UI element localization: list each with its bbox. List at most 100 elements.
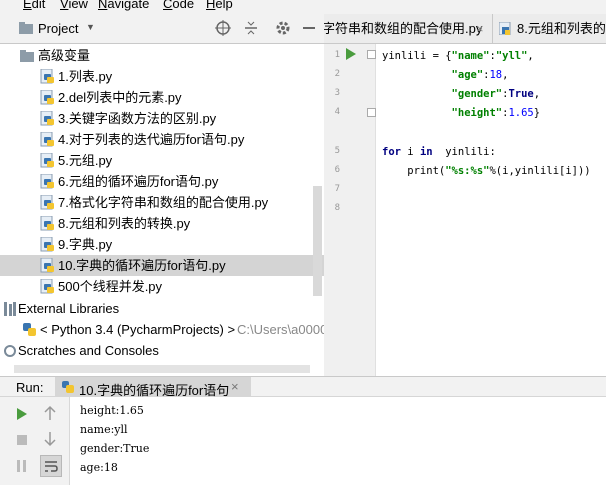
python-icon xyxy=(23,323,36,336)
tree-folder[interactable]: 高级变量 xyxy=(0,45,324,66)
locate-icon[interactable] xyxy=(214,19,232,37)
tree-file-item[interactable]: 10.字典的循环遍历for语句.py xyxy=(0,255,324,276)
python-file-icon xyxy=(40,153,54,168)
console-line: name:yll xyxy=(80,423,128,436)
python-file-icon xyxy=(499,22,511,35)
run-toolbar xyxy=(0,397,70,485)
python-file-icon xyxy=(40,132,54,147)
project-folder-icon xyxy=(19,22,33,34)
file-label: 9.字典.py xyxy=(58,237,113,252)
tree-file-item[interactable]: 5.元组.py xyxy=(0,150,324,171)
file-label: 6.元组的循环遍历for语句.py xyxy=(58,174,219,189)
file-label: 10.字典的循环遍历for语句.py xyxy=(58,258,226,273)
fold-icon[interactable] xyxy=(367,50,376,60)
scratches-label: Scratches and Consoles xyxy=(18,343,159,358)
file-label: 3.关键字函数方法的区别.py xyxy=(58,111,217,126)
code-line-4: "height":1.65} xyxy=(451,107,541,119)
tree-file-item[interactable]: 8.元组和列表的转换.py xyxy=(0,213,324,234)
folder-label: 高级变量 xyxy=(38,48,91,63)
code-line-3: "gender":True, xyxy=(451,88,541,100)
menu-help[interactable]: Help xyxy=(206,0,233,13)
project-tree: 高级变量 1.列表.py 2.del列表中的元素.py 3.关键字函数方法的区别.p… xyxy=(0,44,324,374)
python-file-icon xyxy=(40,258,54,273)
line-number: 2 xyxy=(334,69,340,79)
tab-label: 字符串和数组的配合使用.py xyxy=(324,21,483,36)
file-label: 8.元组和列表的转换.py xyxy=(58,216,191,231)
run-panel-header: Run: 10.字典的循环遍历for语句 × xyxy=(0,376,606,398)
menu-bar: Edit View Navigate Code Help xyxy=(0,0,606,14)
menu-navigate[interactable]: Navigate xyxy=(98,0,149,13)
menu-edit[interactable]: Edit xyxy=(23,0,45,13)
line-number: 1 xyxy=(334,50,340,60)
run-gutter-icon[interactable] xyxy=(345,47,357,61)
tree-file-item[interactable]: 1.列表.py xyxy=(0,66,324,87)
console-output[interactable]: height:1.65 name:yll gender:True age:18 xyxy=(70,397,606,485)
external-libraries-label: External Libraries xyxy=(18,301,120,316)
tab-label: 8.元组和列表的转 xyxy=(517,21,606,36)
fold-icon[interactable] xyxy=(367,108,376,118)
line-number: 5 xyxy=(334,146,340,156)
python-icon xyxy=(62,381,74,393)
tree-file-item[interactable]: 9.字典.py xyxy=(0,234,324,255)
python-sdk-label: < Python 3.4 (PycharmProjects) > xyxy=(40,322,236,337)
code-line-7: print("%s:%s"%(i,yinlili[i])) xyxy=(382,165,591,177)
project-view-dropdown-icon[interactable]: ▼ xyxy=(86,22,95,32)
line-number: 6 xyxy=(334,165,340,175)
tree-horizontal-scrollbar[interactable] xyxy=(14,365,310,373)
close-icon[interactable]: × xyxy=(231,379,239,394)
tree-python-sdk[interactable]: < Python 3.4 (PycharmProjects) > C:\User… xyxy=(0,319,324,340)
python-file-icon xyxy=(40,195,54,210)
tree-file-item[interactable]: 4.对于列表的迭代遍历for语句.py xyxy=(0,129,324,150)
line-number: 8 xyxy=(334,203,340,213)
tree-scratches[interactable]: Scratches and Consoles xyxy=(0,340,324,361)
file-label: 500个线程并发.py xyxy=(58,279,163,294)
tree-file-item[interactable]: 3.关键字函数方法的区别.py xyxy=(0,108,324,129)
close-icon[interactable]: × xyxy=(476,14,484,43)
arrow-up-icon[interactable] xyxy=(44,405,56,421)
scratches-icon xyxy=(4,345,16,357)
library-icon xyxy=(4,302,16,316)
python-file-icon xyxy=(40,90,54,105)
menu-code[interactable]: Code xyxy=(163,0,194,13)
tree-file-item[interactable]: 500个线程并发.py xyxy=(0,276,324,297)
tree-file-item[interactable]: 6.元组的循环遍历for语句.py xyxy=(0,171,324,192)
pause-icon[interactable] xyxy=(16,459,28,473)
python-file-icon xyxy=(40,216,54,231)
tab-8-tuple-list[interactable]: 8.元组和列表的转 xyxy=(492,14,606,43)
rerun-icon[interactable] xyxy=(16,407,28,421)
tab-7-format-string[interactable]: 字符串和数组的配合使用.py × xyxy=(324,14,490,43)
arrow-down-icon[interactable] xyxy=(44,431,56,447)
project-panel-header: Project ▼ xyxy=(0,14,324,44)
python-file-icon xyxy=(40,279,54,294)
run-config-tab[interactable]: 10.字典的循环遍历for语句 × xyxy=(55,377,251,398)
python-file-icon xyxy=(40,69,54,84)
tree-file-item[interactable]: 7.格式化字符串和数组的配合使用.py xyxy=(0,192,324,213)
tree-scrollbar[interactable] xyxy=(313,186,322,296)
editor-tabs: 字符串和数组的配合使用.py × 8.元组和列表的转 xyxy=(324,14,606,44)
soft-wrap-button[interactable] xyxy=(40,455,62,477)
hide-panel-icon[interactable] xyxy=(300,19,318,37)
code-editor[interactable]: yinlili = {"name":"yll", "age":18, "gend… xyxy=(376,44,606,376)
tree-file-item[interactable]: 2.del列表中的元素.py xyxy=(0,87,324,108)
python-file-icon xyxy=(40,111,54,126)
file-label: 5.元组.py xyxy=(58,153,113,168)
menu-view[interactable]: View xyxy=(60,0,88,13)
tree-external-libraries[interactable]: External Libraries xyxy=(0,298,324,319)
file-label: 2.del列表中的元素.py xyxy=(58,90,182,105)
collapse-all-icon[interactable] xyxy=(242,19,260,37)
python-path-label: C:\Users\a0000 xyxy=(237,322,324,337)
console-line: height:1.65 xyxy=(80,404,144,417)
code-line-1: yinlili = {"name":"yll", xyxy=(382,50,534,62)
run-label: Run: xyxy=(16,380,44,395)
python-file-icon xyxy=(40,237,54,252)
line-number: 3 xyxy=(334,88,340,98)
project-title[interactable]: Project xyxy=(38,21,78,36)
code-line-2: "age":18, xyxy=(451,69,509,81)
stop-icon[interactable] xyxy=(16,434,28,446)
editor-gutter: 1 2 3 4 5 6 7 8 xyxy=(324,44,376,376)
gear-icon[interactable] xyxy=(274,19,292,37)
file-label: 7.格式化字符串和数组的配合使用.py xyxy=(58,195,269,210)
file-label: 4.对于列表的迭代遍历for语句.py xyxy=(58,132,245,147)
line-number: 7 xyxy=(334,184,340,194)
console-line: age:18 xyxy=(80,461,118,474)
